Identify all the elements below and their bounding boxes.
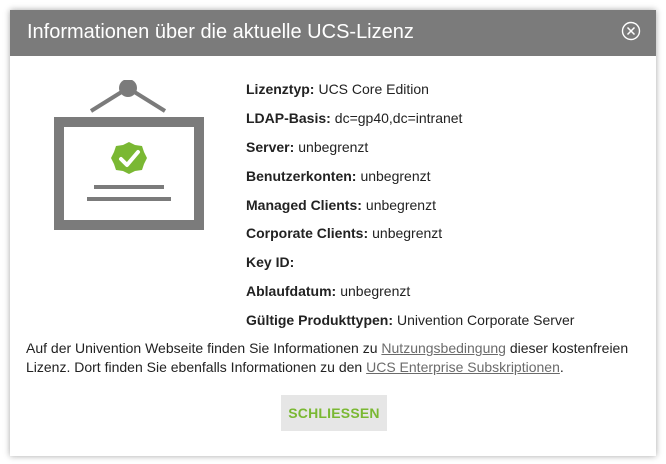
dialog-titlebar: Informationen über die aktuelle UCS-Lize… bbox=[10, 10, 656, 56]
license-dialog: Informationen über die aktuelle UCS-Lize… bbox=[10, 10, 656, 456]
license-info: Lizenztyp: UCS Core Edition LDAP-Basis: dc… bbox=[246, 80, 574, 340]
enterprise-subscriptions-link[interactable]: UCS Enterprise Subskriptionen bbox=[366, 359, 560, 375]
close-icon[interactable] bbox=[621, 21, 641, 41]
license-row-corporate-clients: Corporate Clients: unbegrenzt bbox=[246, 225, 443, 242]
terms-of-use-link[interactable]: Nutzungsbedingung bbox=[381, 340, 506, 356]
dialog-title: Informationen über die aktuelle UCS-Lize… bbox=[27, 21, 414, 43]
close-button[interactable]: SCHLIESSEN bbox=[281, 395, 387, 431]
license-row-type: Lizenztyp: UCS Core Edition bbox=[246, 81, 429, 97]
license-note: Auf der Univention Webseite finden Sie I… bbox=[26, 340, 629, 375]
license-row-user-accounts: Benutzerkonten: unbegrenzt bbox=[246, 167, 431, 184]
license-row-expiry-date: Ablaufdatum: unbegrenzt bbox=[246, 283, 411, 300]
license-row-server: Server: unbegrenzt bbox=[246, 138, 369, 155]
license-certificate-icon bbox=[54, 80, 204, 230]
license-row-managed-clients: Managed Clients: unbegrenzt bbox=[246, 196, 436, 213]
license-row-ldap-base: LDAP-Basis: dc=gp40,dc=intranet bbox=[246, 109, 463, 126]
checkmark-badge-icon bbox=[111, 142, 147, 174]
license-row-product-types: Gültige Produkttypen: Univention Corporat… bbox=[246, 312, 575, 329]
license-row-key-id: Key ID: bbox=[246, 254, 295, 271]
